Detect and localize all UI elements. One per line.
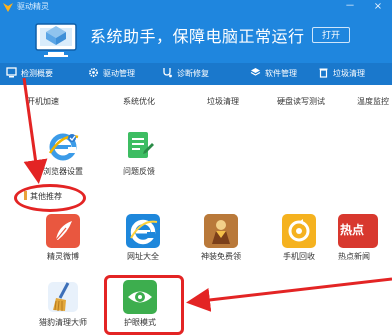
hot-news-icon: 热点 [338,214,378,248]
tab-label: 检测概要 [21,69,53,78]
tool-label: 硬盘读写测试 [277,97,325,106]
tool-system-optimize[interactable]: 系统优化 [104,97,174,107]
broom-icon [46,280,80,314]
app-label: 精灵微博 [47,252,79,261]
weibo-feather-icon [46,214,80,248]
tool-browser-settings[interactable]: 浏览器设置 [28,129,98,177]
app-label: 猎豹清理大师 [39,318,87,327]
tool-feedback[interactable]: 问题反馈 [104,129,174,177]
app-label: 手机回收 [283,252,315,261]
annotation-circle-section [14,184,86,212]
tab-label: 诊断修复 [177,69,209,78]
game-character-icon [204,214,238,248]
stethoscope-icon [163,68,172,78]
tab-diagnose-repair[interactable]: 诊断修复 [162,65,209,83]
tab-label: 软件管理 [265,69,297,78]
header-slogan: 系统助手，保障电脑正常运行 [90,27,305,46]
toolbox-icon [35,23,77,57]
app-name: 驱动精灵 [17,2,49,11]
hot-news-badge: 热点 [340,223,365,237]
tool-label: 开机加速 [27,97,59,106]
header-banner: 系统助手，保障电脑正常运行 打开 [0,14,392,63]
app-label: 热点新闻 [338,252,370,261]
tool-temperature-monitor[interactable]: 温度监控 [338,97,392,107]
open-button[interactable]: 打开 [312,27,350,43]
ie-e-icon [126,214,160,248]
tool-label: 问题反馈 [123,167,155,176]
tool-label: 垃圾清理 [207,97,239,106]
tab-label: 驱动管理 [103,69,135,78]
tab-bar: 检测概要 驱动管理 诊断修复 软件管理 垃圾清理 [0,63,392,85]
app-free-outfit[interactable]: 神装免费领 [186,214,256,262]
tab-overview[interactable]: 检测概要 [6,65,53,83]
app-hot-news[interactable]: 热点 热点新闻 [338,214,392,262]
annotation-box-eye-mode [104,275,184,335]
tool-label: 温度监控 [357,97,389,106]
tool-boot-speedup[interactable]: 开机加速 [8,97,78,107]
title-bar: 驱动精灵 － × [0,0,392,14]
app-phone-recycle[interactable]: 手机回收 [264,214,334,262]
tool-junk-clean[interactable]: 垃圾清理 [188,97,258,107]
tab-driver-manage[interactable]: 驱动管理 [88,65,135,83]
tab-junk-clean[interactable]: 垃圾清理 [318,65,365,83]
app-url-directory[interactable]: 网址大全 [108,214,178,262]
app-label: 神装免费领 [201,252,241,261]
tab-label: 垃圾清理 [333,69,365,78]
phone-recycle-icon [282,214,316,248]
tab-software-manage[interactable]: 软件管理 [250,65,297,83]
app-label: 网址大全 [127,252,159,261]
tool-disk-rw-test[interactable]: 硬盘读写测试 [266,97,336,107]
close-button[interactable]: × [372,1,384,13]
gear-icon [89,68,98,77]
tool-label: 系统优化 [123,97,155,106]
tool-label: 浏览器设置 [43,167,83,176]
monitor-icon [6,67,17,78]
app-jingling-weibo[interactable]: 精灵微博 [28,214,98,262]
minimize-button[interactable]: － [344,1,356,13]
app-cheetah-cleaner[interactable]: 猎豹清理大师 [28,280,98,328]
ie-browser-icon [46,129,80,163]
trash-icon [319,68,328,78]
feedback-document-icon [122,129,156,163]
app-logo-icon [3,3,13,12]
software-icon [250,68,261,76]
